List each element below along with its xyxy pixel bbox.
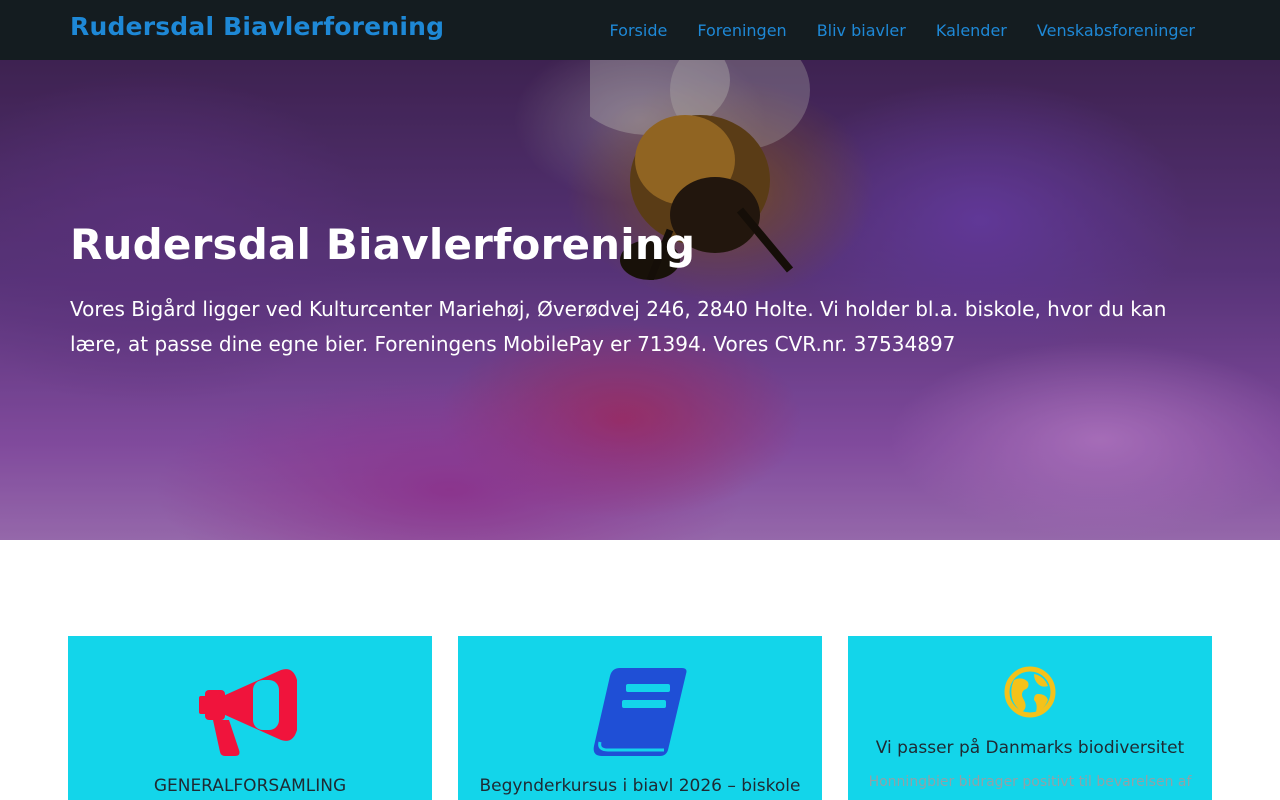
globe-icon (1004, 666, 1056, 718)
hero-title: Rudersdal Biavlerforening (70, 220, 696, 269)
main-nav: Forside Foreningen Bliv biavler Kalender… (580, 0, 1195, 60)
hero-description: Vores Bigård ligger ved Kulturcenter Mar… (70, 297, 1167, 356)
book-icon (593, 668, 687, 756)
hero-banner: Rudersdal Biavlerforening Vores Bigård l… (0, 60, 1280, 540)
card-title: Vi passer på Danmarks biodiversitet (875, 738, 1185, 758)
nav-item-venskabsforeninger[interactable]: Venskabsforeninger (1037, 21, 1195, 40)
card-title: Begynderkursus i biavl 2026 – biskole (479, 776, 801, 796)
brand-link[interactable]: Rudersdal Biavlerforening (70, 12, 444, 41)
nav-item-kalender[interactable]: Kalender (936, 21, 1007, 40)
card-subtitle: Honningbier bidrager positivt til bevare… (868, 774, 1192, 790)
nav-item-bliv-biavler[interactable]: Bliv biavler (817, 21, 906, 40)
card-begynderkursus[interactable]: Begynderkursus i biavl 2026 – biskole (458, 636, 822, 800)
card-title: GENERALFORSAMLING (153, 776, 347, 796)
card-generalforsamling[interactable]: GENERALFORSAMLING (68, 636, 432, 800)
nav-item-foreningen[interactable]: Foreningen (697, 21, 786, 40)
card-biodiversitet[interactable]: Vi passer på Danmarks biodiversitet Honn… (848, 636, 1212, 800)
nav-item-forside[interactable]: Forside (610, 21, 668, 40)
megaphone-icon (199, 669, 297, 756)
top-navbar: Rudersdal Biavlerforening Forside Foreni… (0, 0, 1280, 60)
